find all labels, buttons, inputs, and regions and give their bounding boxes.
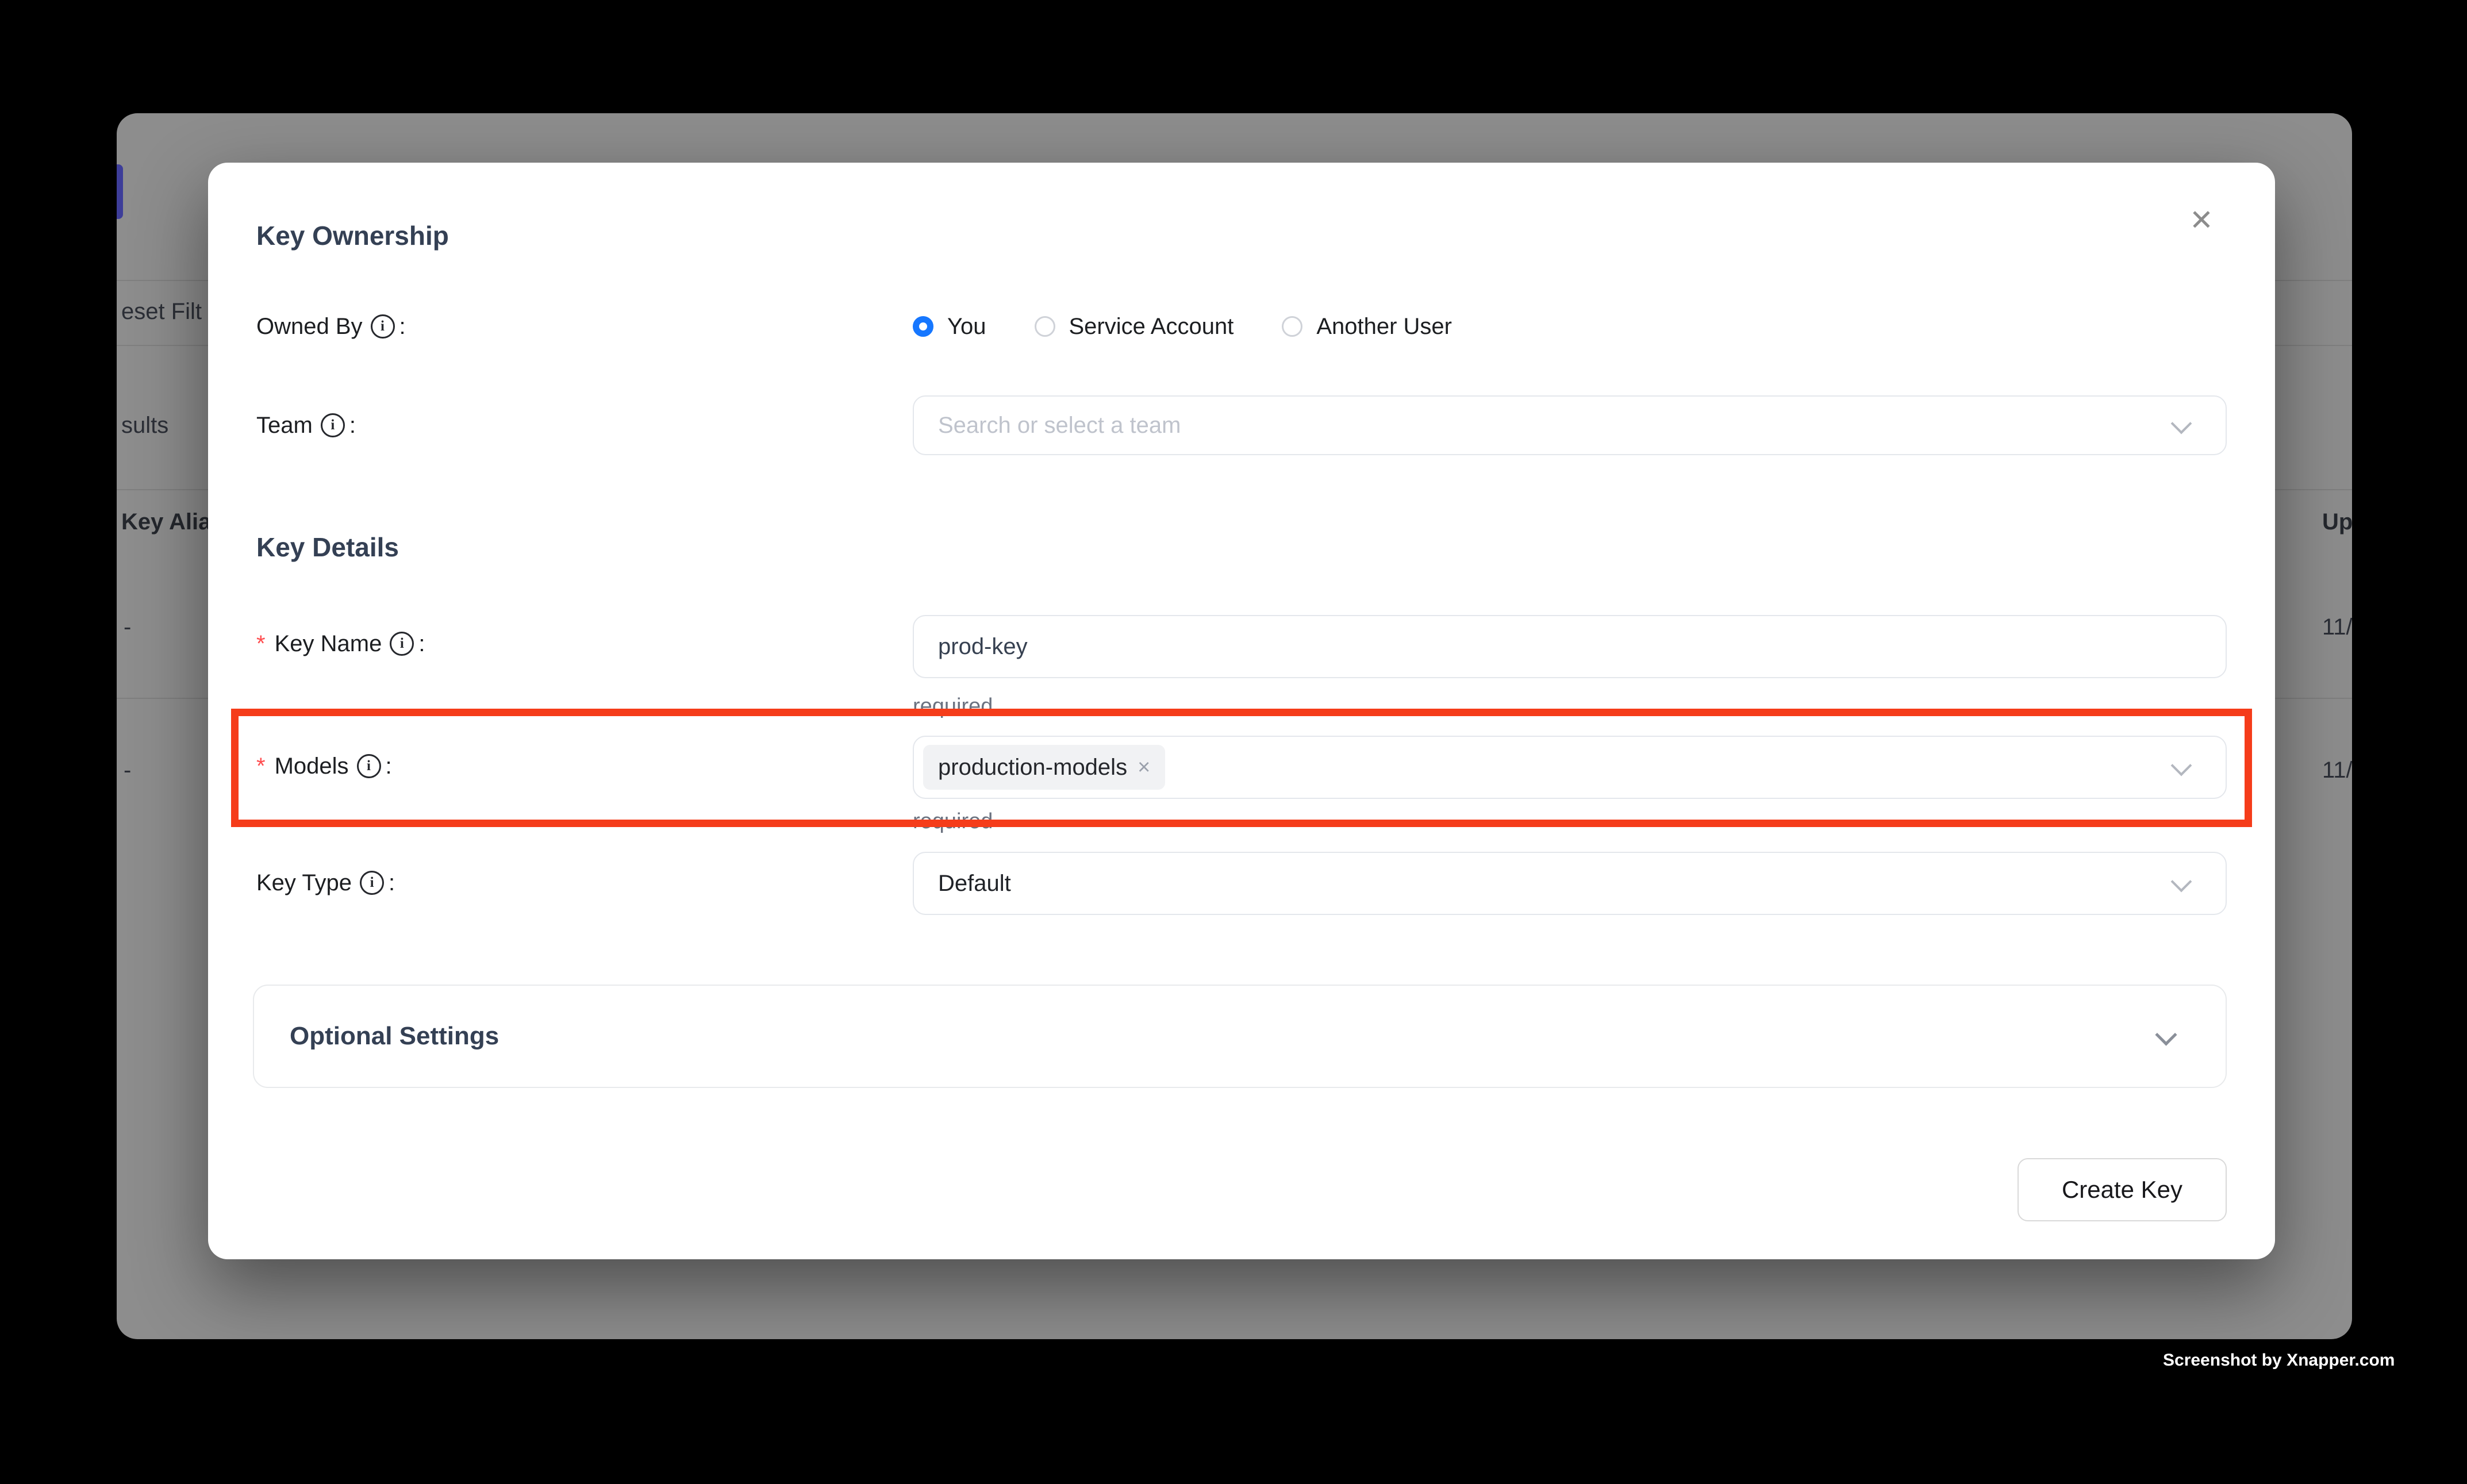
info-icon[interactable]: i <box>321 413 345 437</box>
team-label: Team i : <box>256 394 356 457</box>
table-row: - <box>124 613 131 641</box>
column-header-updated: Up <box>2322 508 2352 536</box>
section-title-key-details: Key Details <box>256 532 399 563</box>
chevron-down-icon <box>2171 413 2192 435</box>
required-asterisk: * <box>256 631 266 657</box>
chevron-down-icon <box>2155 1024 2177 1045</box>
key-name-label: * Key Name i : <box>256 612 425 675</box>
chevron-down-icon <box>2171 755 2192 776</box>
screenshot-stage: eset Filt sults Key Alia Up - 11/ - 11/ … <box>0 0 2467 1484</box>
key-type-label: Key Type i : <box>256 851 395 914</box>
key-name-field <box>913 615 2227 678</box>
reset-filters-partial-label: eset Filt <box>121 298 202 325</box>
info-icon[interactable]: i <box>357 754 381 778</box>
xnapper-watermark: Screenshot by Xnapper.com <box>2163 1351 2395 1370</box>
optional-settings-panel[interactable]: Optional Settings <box>253 985 2227 1088</box>
results-count-partial-label: sults <box>121 412 168 439</box>
radio-another-user[interactable]: Another User <box>1282 314 1452 340</box>
optional-settings-title: Optional Settings <box>290 1022 499 1051</box>
info-icon[interactable]: i <box>390 632 414 656</box>
owned-by-radio-group: You Service Account Another User <box>913 295 1452 358</box>
team-select-placeholder: Search or select a team <box>914 413 1181 439</box>
radio-dot[interactable] <box>1035 316 1055 337</box>
tag-remove-icon[interactable]: × <box>1138 755 1150 780</box>
radio-dot[interactable] <box>913 316 933 337</box>
key-type-select[interactable]: Default <box>913 852 2227 915</box>
partial-blue-button <box>117 164 123 219</box>
info-icon[interactable]: i <box>371 314 395 339</box>
info-icon[interactable]: i <box>360 871 384 895</box>
table-row: 11/ <box>2322 756 2352 784</box>
models-select[interactable]: production-models × <box>913 736 2227 799</box>
table-row: 11/ <box>2322 613 2352 641</box>
team-select[interactable]: Search or select a team <box>913 395 2227 455</box>
owned-by-label: Owned By i : <box>256 295 406 358</box>
key-type-value: Default <box>914 871 1011 897</box>
models-label: * Models i : <box>256 735 392 798</box>
radio-service-account[interactable]: Service Account <box>1035 314 1234 340</box>
key-name-input[interactable] <box>914 633 1989 660</box>
table-row: - <box>124 756 131 784</box>
modal-title-key-ownership: Key Ownership <box>256 220 449 251</box>
models-tag-production-models: production-models × <box>923 745 1165 790</box>
close-icon[interactable]: ✕ <box>2181 199 2222 241</box>
create-key-button[interactable]: Create Key <box>2018 1158 2227 1221</box>
create-key-modal: Key Ownership ✕ Owned By i : You Service… <box>208 163 2275 1259</box>
column-header-key-alias: Key Alia <box>121 508 211 536</box>
key-name-required-error: required <box>913 694 993 719</box>
radio-you[interactable]: You <box>913 314 986 340</box>
radio-dot[interactable] <box>1282 316 1302 337</box>
chevron-down-icon <box>2171 871 2192 893</box>
models-required-error: required <box>913 809 993 834</box>
required-asterisk: * <box>256 753 266 779</box>
